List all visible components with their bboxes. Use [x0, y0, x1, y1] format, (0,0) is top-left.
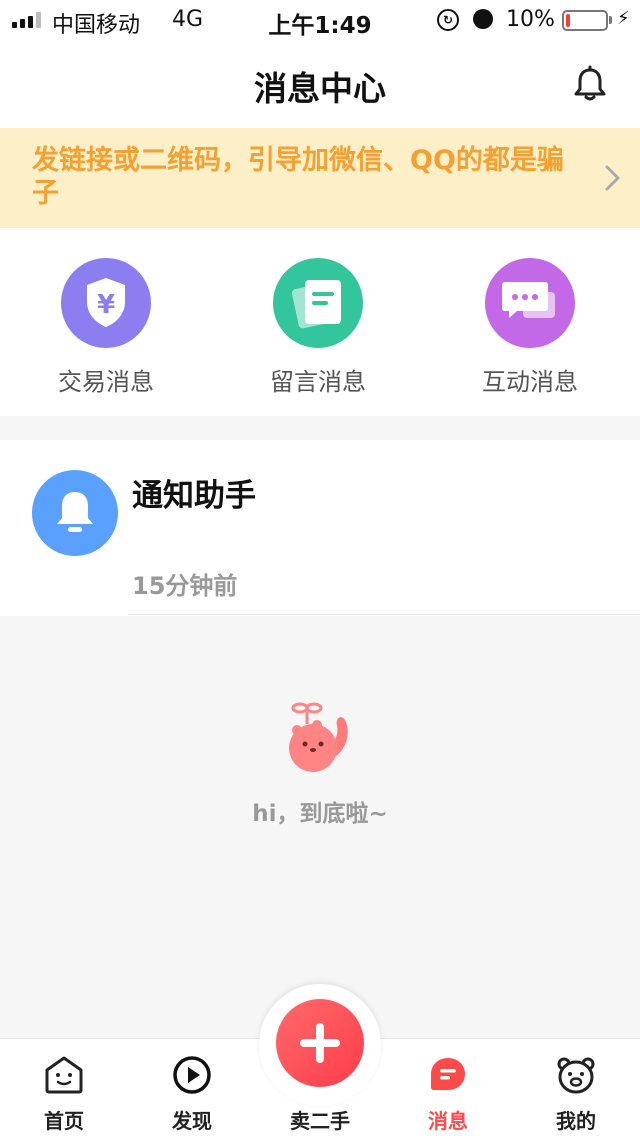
message-categories: ¥ 交易消息 留言消息 互动消息	[0, 228, 640, 416]
fraud-warning-banner[interactable]: 发链接或二维码，引导加微信、QQ的都是骗子	[0, 128, 640, 228]
orientation-lock-icon: ↻	[437, 9, 459, 31]
charging-bolt-icon: ⚡	[617, 8, 630, 29]
category-comment-messages[interactable]: 留言消息	[233, 258, 403, 397]
status-bar: 中国移动 4G 上午1:49 ↻ 10% ⚡	[0, 0, 640, 40]
alarm-icon	[473, 9, 493, 29]
notification-title: 通知助手	[132, 478, 256, 514]
header: 消息中心	[0, 40, 640, 128]
battery-icon	[562, 10, 608, 31]
tab-label: 发现	[172, 1109, 212, 1133]
fraud-warning-text: 发链接或二维码，引导加微信、QQ的都是骗子	[32, 145, 564, 209]
category-label: 交易消息	[58, 368, 154, 396]
page-title: 消息中心	[254, 69, 386, 108]
tab-label: 我的	[556, 1109, 596, 1133]
sell-button[interactable]	[276, 999, 364, 1087]
notification-assistant-item[interactable]: 通知助手 15分钟前	[0, 440, 640, 616]
tab-discover[interactable]: 发现	[128, 1039, 256, 1136]
category-label: 留言消息	[270, 368, 366, 396]
divider	[128, 614, 640, 615]
svg-text:¥: ¥	[97, 290, 115, 320]
bell-icon	[32, 470, 118, 556]
bell-icon[interactable]	[570, 64, 610, 104]
tab-messages[interactable]: 消息	[384, 1039, 512, 1136]
end-of-list: hi，到底啦~	[0, 700, 640, 828]
battery-tip	[609, 16, 612, 24]
yuan-shield-icon: ¥	[61, 258, 151, 348]
tab-home[interactable]: 首页	[0, 1039, 128, 1136]
category-interaction-messages[interactable]: 互动消息	[445, 258, 615, 397]
message-icon	[428, 1055, 468, 1095]
category-trade-messages[interactable]: ¥ 交易消息	[21, 258, 191, 397]
battery-percent: 10%	[506, 7, 555, 32]
category-label: 互动消息	[482, 368, 578, 396]
end-of-list-text: hi，到底啦~	[252, 801, 388, 827]
tab-profile[interactable]: 我的	[512, 1039, 640, 1136]
mascot-icon	[275, 700, 365, 780]
play-circle-icon	[172, 1055, 212, 1095]
chevron-right-icon	[600, 164, 624, 192]
chat-bubbles-icon	[485, 258, 575, 348]
notification-time: 15分钟前	[132, 572, 238, 600]
home-face-icon	[44, 1055, 84, 1095]
tab-label: 消息	[428, 1109, 468, 1133]
battery-level	[566, 14, 570, 27]
tab-label: 卖二手	[290, 1109, 350, 1133]
plus-icon	[300, 1023, 340, 1063]
notes-icon	[273, 258, 363, 348]
tab-label: 首页	[44, 1109, 84, 1133]
bear-face-icon	[556, 1055, 596, 1095]
